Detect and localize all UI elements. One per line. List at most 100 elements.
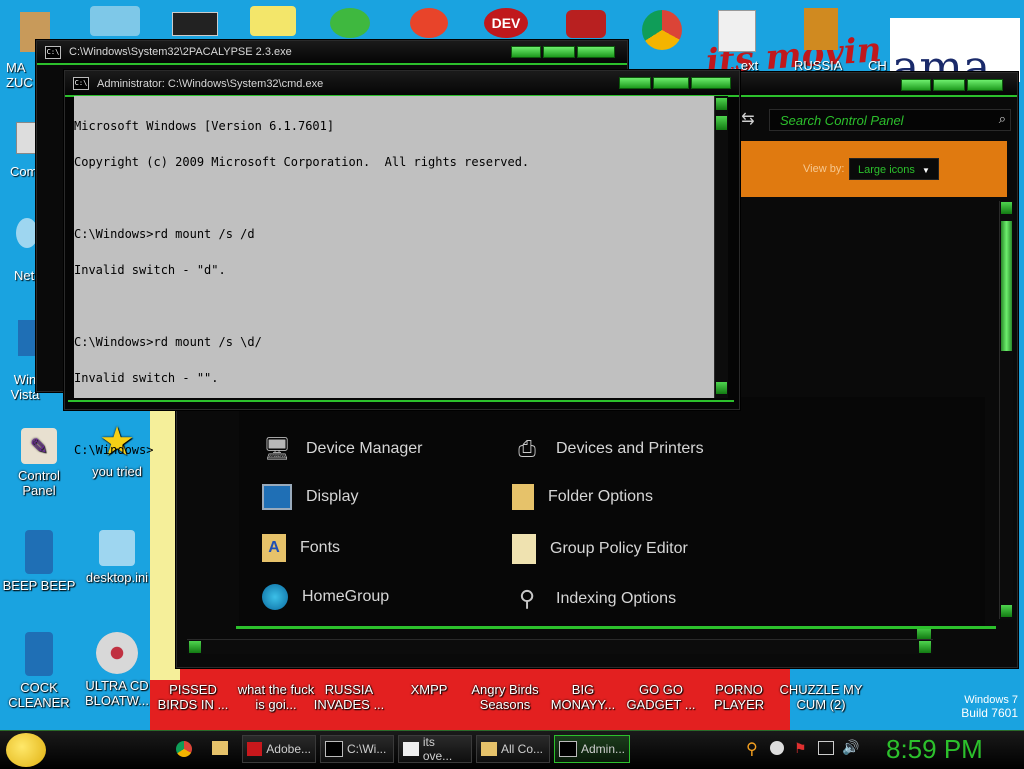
control-panel-controls — [901, 79, 1003, 91]
refresh-icon[interactable]: ⇆ — [737, 109, 759, 131]
desktop-icon-label: Control Panel — [18, 468, 60, 498]
console-line: C:\Windows>rd mount /s \d/ — [74, 335, 262, 349]
maximize-button[interactable] — [933, 79, 965, 91]
search-icon[interactable]: ⌕ — [999, 111, 1006, 127]
search-placeholder: Search Control Panel — [780, 113, 904, 128]
taskbar-button-admin[interactable]: Admin... — [554, 735, 630, 763]
control-panel-vscrollbar[interactable] — [999, 201, 1013, 619]
desktop-icon-label: ULTRA CD BLOATW... — [84, 678, 150, 708]
chevron-down-icon: ▼ — [921, 166, 930, 175]
desktop-icon-control-panel[interactable]: ✎ Control Panel — [2, 428, 76, 498]
cmd-console-output[interactable]: Microsoft Windows [Version 6.1.7601] Cop… — [74, 96, 714, 456]
desktop-icon-angry-birds[interactable]: Angry Birds Seasons — [468, 682, 542, 712]
taskbar-button-adobe[interactable]: Adobe... — [242, 735, 316, 763]
view-by-dropdown[interactable]: Large icons ▼ — [849, 158, 939, 180]
maximize-button[interactable] — [653, 77, 689, 89]
desktop-icon-top-1[interactable] — [90, 6, 140, 36]
angry-birds-pig-icon[interactable] — [330, 8, 370, 38]
cp-item-group-policy[interactable]: Group Policy Editor — [512, 534, 688, 564]
console-line: C:\Windows>rd mount /s /d — [74, 227, 255, 241]
desktop-icon-xmpp[interactable]: XMPP — [392, 682, 466, 697]
taskbar-button-all-control[interactable]: All Co... — [476, 735, 550, 763]
maximize-button[interactable] — [543, 46, 575, 58]
scroll-up-button[interactable] — [716, 98, 727, 110]
minimize-button[interactable] — [901, 79, 931, 91]
tray-icon[interactable] — [770, 741, 784, 755]
minimize-button[interactable] — [511, 46, 541, 58]
desktop-icon-pissed-birds[interactable]: PISSED BIRDS IN ... — [156, 682, 230, 712]
chrome-quicklaunch-icon[interactable] — [176, 741, 192, 757]
explorer-quicklaunch-icon[interactable] — [212, 741, 228, 755]
desktop-icon-cock-cleaner[interactable]: COCK CLEANER — [2, 632, 76, 710]
angry-bird-icon[interactable] — [566, 10, 606, 38]
cp-item-label: HomeGroup — [302, 588, 390, 605]
scroll-up-button[interactable] — [1001, 202, 1012, 214]
desktop-icon-label: BEEP BEEP — [2, 578, 76, 593]
desktop-icon-chuzzle[interactable]: CHUZZLE MY CUM (2) — [776, 682, 866, 712]
cmd-bottom-accent — [68, 400, 734, 402]
adobe-icon — [247, 742, 263, 756]
network-tray-icon[interactable] — [818, 741, 834, 755]
scroll-right-button[interactable] — [919, 641, 931, 653]
cp-item-fonts[interactable]: A Fonts — [262, 534, 340, 562]
console-line: Copyright (c) 2009 Microsoft Corporation… — [74, 155, 530, 169]
console-line: Invalid switch - "d". — [74, 263, 226, 277]
desktop-icon-desktop-ini[interactable]: desktop.ini — [80, 530, 154, 585]
close-button[interactable] — [967, 79, 1003, 91]
desktop-icon-label: desktop.ini — [85, 570, 149, 585]
scroll-thumb[interactable] — [716, 116, 727, 130]
back-window-titlebar[interactable]: C:\ C:\Windows\System32\2PACALYPSE 2.3.e… — [37, 41, 627, 65]
search-input[interactable]: Search Control Panel ⌕ — [769, 109, 1011, 131]
file-icon — [25, 530, 53, 574]
folder-options-icon — [512, 484, 534, 510]
homegroup-icon — [262, 584, 288, 610]
dev-icon[interactable]: DEV — [484, 8, 528, 38]
cp-item-folder-options[interactable]: Folder Options — [512, 484, 653, 510]
desktop-icon-big-monayy[interactable]: BIG MONAYY... — [546, 682, 620, 712]
scroll-down-button[interactable] — [716, 382, 727, 394]
minimize-button[interactable] — [619, 77, 651, 89]
folder-icon[interactable] — [250, 6, 296, 36]
cmd-vscrollbar[interactable] — [714, 96, 728, 398]
cp-item-homegroup[interactable]: HomeGroup — [262, 584, 389, 610]
close-button[interactable] — [691, 77, 731, 89]
display-icon — [262, 484, 292, 510]
red-app-icon[interactable] — [410, 8, 448, 38]
taskbar-clock[interactable]: 8:59 PM — [886, 734, 983, 765]
desktop-icon-label: what the fuck is goi... — [237, 682, 315, 712]
desktop-icon-go-go-gadget[interactable]: GO GO GADGET ... — [624, 682, 698, 712]
desktop-icon-label: XMPP — [410, 682, 448, 697]
desktop-icon-label: CHUZZLE MY CUM (2) — [779, 682, 863, 712]
cp-item-display[interactable]: Display — [262, 484, 358, 510]
desktop-icon-ultra-cd[interactable]: ULTRA CD BLOATW... — [80, 632, 154, 708]
taskbar-button-its-over[interactable]: its ove... — [398, 735, 472, 763]
scroll-down-button[interactable] — [1001, 605, 1012, 617]
desktop-icon-label: PORNO PLAYER — [713, 682, 765, 712]
cp-item-indexing-options[interactable]: ⚲ Indexing Options — [512, 584, 676, 614]
desktop-icon-russia-invades[interactable]: RUSSIA INVADES ... — [312, 682, 386, 712]
taskbar-button-cmd-windows[interactable]: C:\Wi... — [320, 735, 394, 763]
control-panel-content-border — [236, 626, 996, 629]
chrome-icon[interactable] — [642, 10, 682, 50]
scroll-left-button[interactable] — [189, 641, 201, 653]
control-panel-icon — [481, 742, 497, 756]
cmd-shortcut-icon[interactable] — [172, 12, 218, 36]
desktop-icon-what-the[interactable]: what the fuck is goi... — [236, 682, 316, 712]
start-button-smiley-icon[interactable] — [6, 733, 46, 767]
desktop-label-network: Net — [14, 268, 35, 283]
desktop-icon-beep-beep[interactable]: BEEP BEEP — [2, 530, 76, 593]
volume-icon[interactable]: 🔊 — [842, 739, 859, 756]
search-tray-icon[interactable]: ⚲ — [746, 739, 758, 759]
network-icon[interactable] — [16, 218, 38, 248]
cmd-window-titlebar[interactable]: C:\ Administrator: C:\Windows\System32\c… — [65, 71, 739, 97]
action-center-flag-icon[interactable]: ⚑ — [794, 740, 807, 757]
cp-item-label: Fonts — [300, 539, 341, 556]
russia-icon[interactable] — [804, 8, 838, 50]
desktop-icon-porno-player[interactable]: PORNO PLAYER — [702, 682, 776, 712]
document-icon[interactable] — [718, 10, 756, 52]
control-panel-hscrollbar[interactable] — [187, 639, 933, 654]
cd-icon — [96, 632, 138, 674]
scroll-thumb[interactable] — [1001, 221, 1012, 351]
close-button[interactable] — [577, 46, 615, 58]
